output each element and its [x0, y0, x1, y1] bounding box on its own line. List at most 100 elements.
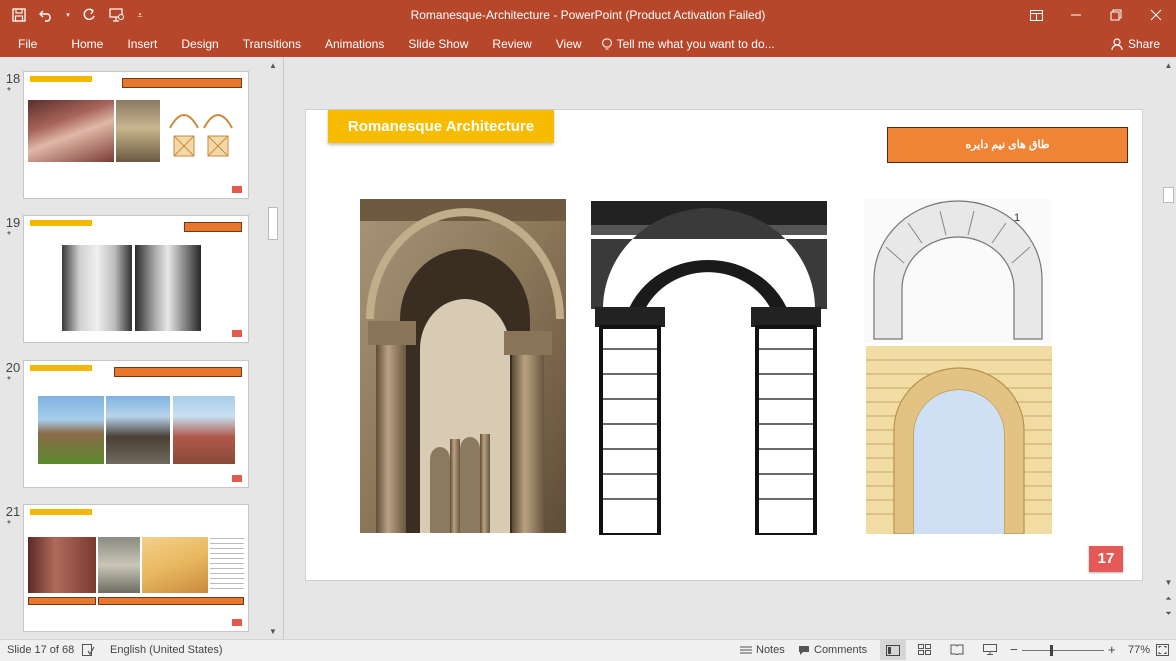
- arch-sketch-drawing[interactable]: 1: [864, 199, 1052, 343]
- thumb-caption-bar: [98, 597, 244, 605]
- notes-icon: [740, 646, 752, 654]
- slide-sorter-icon[interactable]: [918, 644, 931, 655]
- thumbnail-scrollbar[interactable]: ▲ ▼: [266, 57, 280, 639]
- restore-icon[interactable]: [1096, 0, 1136, 30]
- vault-sketch: [210, 537, 244, 593]
- thumb-slide-number: [232, 619, 242, 626]
- slide-subtitle[interactable]: طاق های نیم دایره: [887, 127, 1128, 163]
- arch-engraving-illustration[interactable]: [585, 199, 832, 535]
- tell-me-label: Tell me what you want to do...: [616, 37, 775, 51]
- comments-label: Comments: [814, 644, 868, 656]
- tab-file[interactable]: File: [8, 35, 59, 53]
- tab-design[interactable]: Design: [169, 35, 230, 53]
- language-indicator[interactable]: English (United States): [110, 644, 223, 656]
- zoom-out-icon[interactable]: −: [1010, 642, 1018, 657]
- thumb-subtitle-bar: [122, 78, 242, 88]
- normal-view-icon[interactable]: [880, 640, 906, 660]
- window-title: Romanesque-Architecture - PowerPoint (Pr…: [410, 8, 766, 22]
- scroll-up-icon[interactable]: ▲: [1161, 61, 1176, 70]
- zoom-in-icon[interactable]: +: [1108, 642, 1116, 657]
- tab-insert[interactable]: Insert: [115, 35, 169, 53]
- slide-thumbnail[interactable]: [23, 215, 249, 343]
- animation-star-icon: *: [7, 375, 11, 386]
- minimize-icon[interactable]: [1056, 0, 1096, 30]
- scroll-down-icon[interactable]: ▼: [266, 625, 280, 639]
- nave-photo: [135, 245, 201, 331]
- barrel-vault-diagram: [142, 537, 208, 593]
- slide-counter: Slide 17 of 68: [7, 644, 75, 656]
- zoom-level[interactable]: 77%: [1128, 644, 1150, 656]
- fit-slide-icon[interactable]: [1156, 644, 1169, 656]
- scroll-up-icon[interactable]: ▲: [266, 59, 280, 73]
- ribbon-tabs: File Home Insert Design Transitions Anim…: [0, 30, 1176, 57]
- thumb-title-bar: [30, 220, 92, 226]
- zoom-slider-thumb[interactable]: [1050, 645, 1053, 656]
- thumb-slide-number: [232, 475, 242, 482]
- tab-transitions[interactable]: Transitions: [231, 35, 313, 53]
- slide-show-view-icon[interactable]: [983, 644, 997, 655]
- notes-button[interactable]: Notes: [740, 644, 785, 656]
- slide-thumbnail[interactable]: [23, 360, 249, 488]
- zoom-slider-track[interactable]: [1022, 650, 1104, 651]
- church-photo: [106, 396, 170, 464]
- previous-slide-icon[interactable]: ⏶: [1161, 594, 1176, 604]
- scroll-down-icon[interactable]: ▼: [1161, 578, 1176, 587]
- tab-slide-show[interactable]: Slide Show: [396, 35, 480, 53]
- vault-photo: [98, 537, 140, 593]
- share-label: Share: [1127, 37, 1160, 51]
- thumb-caption-bar: [28, 597, 96, 605]
- next-slide-icon[interactable]: ⏷: [1161, 609, 1176, 619]
- vault-diagram: [166, 100, 236, 162]
- thumbnail-number: 20: [5, 360, 21, 375]
- spelling-check-icon[interactable]: [82, 644, 95, 656]
- tell-me-box[interactable]: Tell me what you want to do...: [601, 37, 775, 51]
- animation-star-icon: *: [7, 230, 11, 241]
- thumbnail-number: 18: [5, 71, 21, 86]
- thumbnail-number: 19: [5, 215, 21, 230]
- notes-label: Notes: [756, 644, 785, 656]
- tab-animations[interactable]: Animations: [313, 35, 396, 53]
- thumb-subtitle-bar: [114, 367, 242, 377]
- slide-thumbnail-pane: 18 * 19 * 20 * 21 * ▲ ▼: [0, 57, 284, 639]
- editor-scrollbar[interactable]: ▲ ▼ ⏶ ⏷: [1161, 57, 1176, 639]
- lightbulb-icon: [601, 38, 612, 49]
- tab-view[interactable]: View: [544, 35, 594, 53]
- slide-title[interactable]: Romanesque Architecture: [328, 110, 554, 143]
- comment-icon: [799, 645, 809, 655]
- vault-photo: [116, 100, 160, 162]
- reading-view-icon[interactable]: [950, 644, 964, 655]
- thumb-title-bar: [30, 365, 92, 371]
- vault-photo: [28, 100, 114, 162]
- cloister-arches-photo[interactable]: [360, 199, 566, 533]
- thumb-subtitle-bar: [184, 222, 242, 232]
- nave-photo: [62, 245, 132, 331]
- person-icon: [1111, 37, 1123, 50]
- church-photo: [173, 396, 235, 464]
- animation-star-icon: *: [7, 86, 11, 97]
- close-icon[interactable]: [1136, 0, 1176, 30]
- tab-home[interactable]: Home: [59, 35, 115, 53]
- scroll-thumb[interactable]: [1163, 187, 1174, 203]
- comments-button[interactable]: Comments: [798, 644, 867, 656]
- brick-arch-illustration[interactable]: [866, 346, 1052, 534]
- slide-thumbnail[interactable]: [23, 504, 249, 632]
- church-photo: [38, 396, 104, 464]
- thumbnail-number: 21: [5, 504, 21, 519]
- animation-star-icon: *: [7, 519, 11, 530]
- ribbon-display-options-icon[interactable]: [1016, 0, 1056, 30]
- slide-number-badge: 17: [1089, 546, 1123, 572]
- slide-thumbnail[interactable]: [23, 71, 249, 199]
- vault-photo: [28, 537, 96, 593]
- thumb-title-bar: [30, 509, 92, 515]
- thumb-title-bar: [30, 76, 92, 82]
- slide-editing-area: Romanesque Architecture طاق های نیم دایر…: [285, 57, 1161, 639]
- scroll-thumb[interactable]: [268, 207, 278, 240]
- tab-review[interactable]: Review: [480, 35, 543, 53]
- current-slide[interactable]: Romanesque Architecture طاق های نیم دایر…: [305, 109, 1143, 581]
- title-bar: ▾ ⩡ Romanesque-Architecture - PowerPoint…: [0, 0, 1176, 30]
- thumb-slide-number: [232, 186, 242, 193]
- window-controls: [1016, 0, 1176, 30]
- thumb-slide-number: [232, 330, 242, 337]
- share-button[interactable]: Share: [1111, 34, 1160, 54]
- figure-number-label: 1: [1014, 212, 1020, 224]
